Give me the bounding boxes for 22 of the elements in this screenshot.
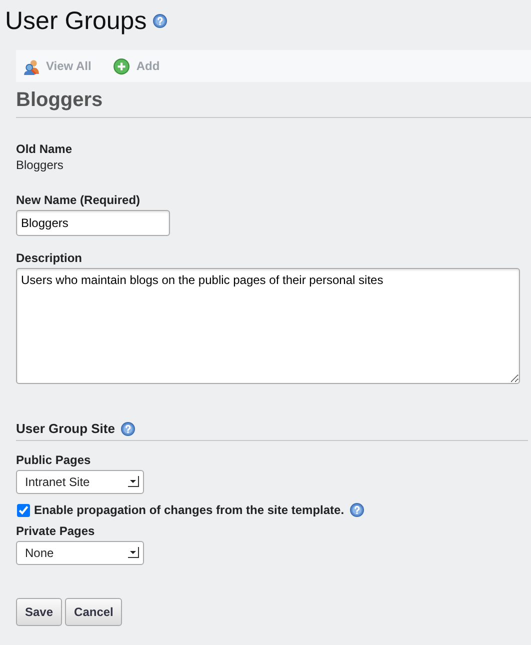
- group-heading: Bloggers: [16, 82, 531, 118]
- save-button[interactable]: Save: [16, 598, 62, 626]
- dropdown[interactable]: Intranet Site: [16, 470, 144, 494]
- name-field[interactable]: Bloggers: [16, 210, 170, 236]
- help-icon[interactable]: [152, 14, 167, 28]
- add-icon: [113, 58, 130, 74]
- field-label: Private Pages: [16, 524, 95, 538]
- field-label: Description: [16, 251, 82, 265]
- field-value: Bloggers: [16, 158, 64, 172]
- field-label: Public Pages: [16, 453, 91, 467]
- description-field[interactable]: Users who maintain blogs on the public pages of their personal sites: [16, 268, 520, 384]
- page-title: User Groups: [5, 6, 147, 36]
- checkbox-label: Enable propagation of changes from the site template.: [34, 503, 344, 517]
- checkbox[interactable]: [17, 504, 30, 516]
- users-icon: [23, 58, 40, 74]
- field-label: Old Name: [16, 142, 72, 156]
- field-label: New Name (Required): [16, 193, 140, 207]
- cancel-button[interactable]: Cancel: [65, 598, 122, 626]
- help-icon[interactable]: [350, 503, 364, 517]
- section-title: User Group Site: [16, 421, 115, 436]
- dropdown[interactable]: None: [16, 541, 144, 565]
- help-icon[interactable]: [120, 422, 135, 436]
